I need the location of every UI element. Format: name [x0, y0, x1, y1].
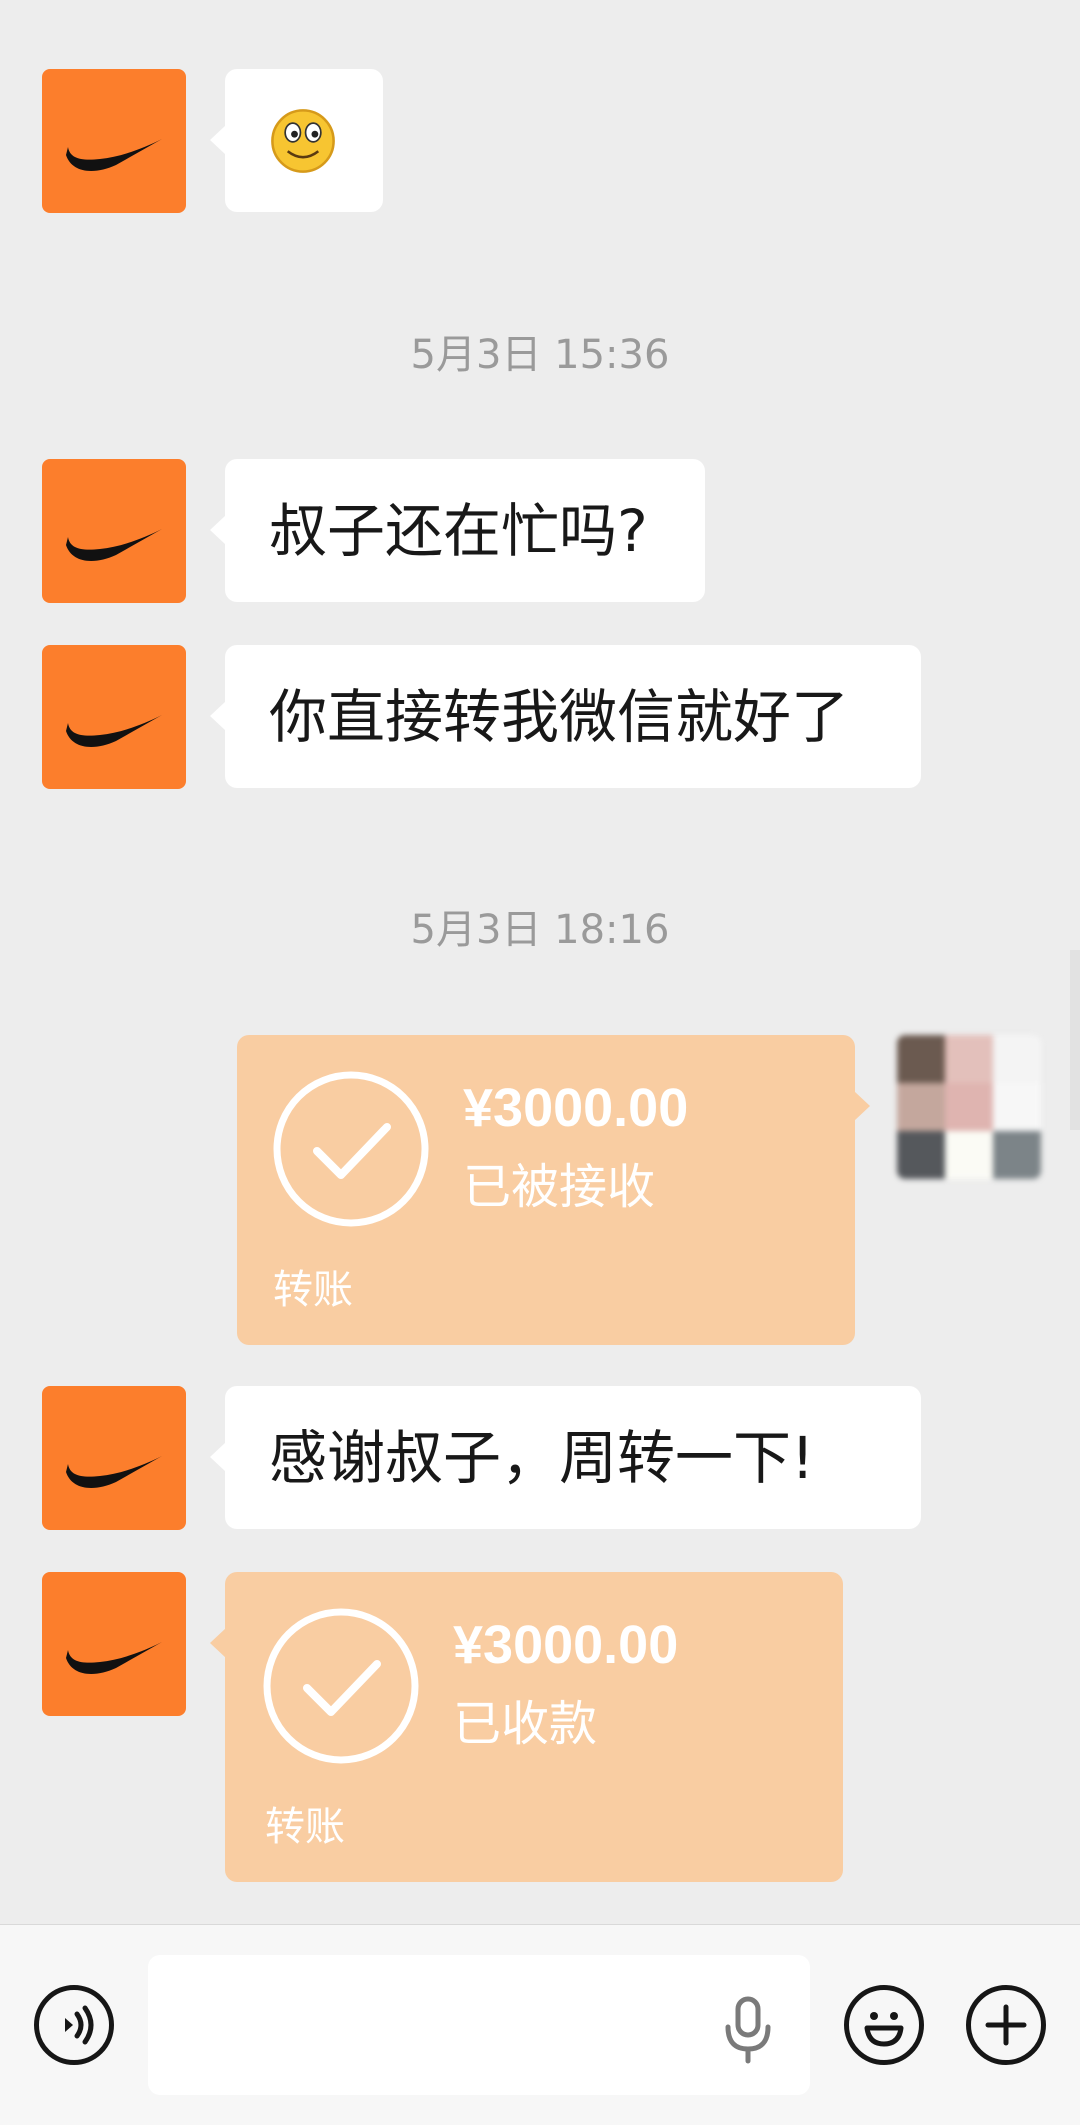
transfer-label: 转账 — [273, 1267, 353, 1313]
my-avatar[interactable] — [897, 1035, 1041, 1179]
plus-icon — [985, 2004, 1027, 2046]
transfer-card-sent[interactable]: ¥3000.00 已被接收 转账 — [237, 1035, 870, 1345]
transfer-status: 已收款 — [453, 1696, 598, 1752]
transfer-card-received[interactable]: ¥3000.00 已收款 转账 — [210, 1572, 843, 1882]
message-timestamp: 5月3日 15:36 — [410, 332, 670, 378]
message-input[interactable] — [148, 1955, 810, 2095]
contact-avatar[interactable] — [42, 645, 186, 789]
message-bubble-emoji[interactable] — [210, 69, 383, 212]
message-bubble-text[interactable]: 感谢叔子，周转一下! — [210, 1386, 921, 1529]
swoosh-logo-icon — [66, 715, 162, 747]
voice-button[interactable] — [34, 1985, 114, 2065]
chat-message-list[interactable]: 5月3日 15:36 叔子还在忙吗? 你直接转我微信就好了 5月3日 18:16… — [0, 0, 1080, 1924]
contact-avatar[interactable] — [42, 459, 186, 603]
emoji-button[interactable] — [844, 1985, 924, 2065]
swoosh-logo-icon — [66, 1642, 162, 1674]
swoosh-logo-icon — [66, 139, 162, 171]
emoji-icon — [864, 2012, 904, 2047]
transfer-label: 转账 — [265, 1804, 345, 1850]
message-bubble-text[interactable]: 你直接转我微信就好了 — [210, 645, 921, 788]
more-button[interactable] — [966, 1985, 1046, 2065]
contact-avatar[interactable] — [42, 1386, 186, 1530]
check-circle-icon — [273, 1071, 429, 1227]
transfer-amount: ¥3000.00 — [453, 1615, 679, 1675]
scrollbar-thumb[interactable] — [1070, 950, 1080, 1130]
voice-icon — [65, 2005, 94, 2045]
contact-avatar[interactable] — [42, 1572, 186, 1716]
microphone-icon[interactable] — [720, 1995, 776, 2065]
chat-input-bar — [0, 1924, 1080, 2125]
swoosh-logo-icon — [66, 1456, 162, 1488]
contact-avatar[interactable] — [42, 69, 186, 213]
message-bubble-text[interactable]: 叔子还在忙吗? — [210, 459, 705, 602]
transfer-amount: ¥3000.00 — [463, 1078, 689, 1138]
transfer-status: 已被接收 — [463, 1159, 656, 1215]
check-circle-icon — [263, 1608, 419, 1764]
swoosh-logo-icon — [66, 529, 162, 561]
smiley-face-icon — [271, 109, 335, 173]
message-timestamp: 5月3日 18:16 — [410, 907, 670, 953]
